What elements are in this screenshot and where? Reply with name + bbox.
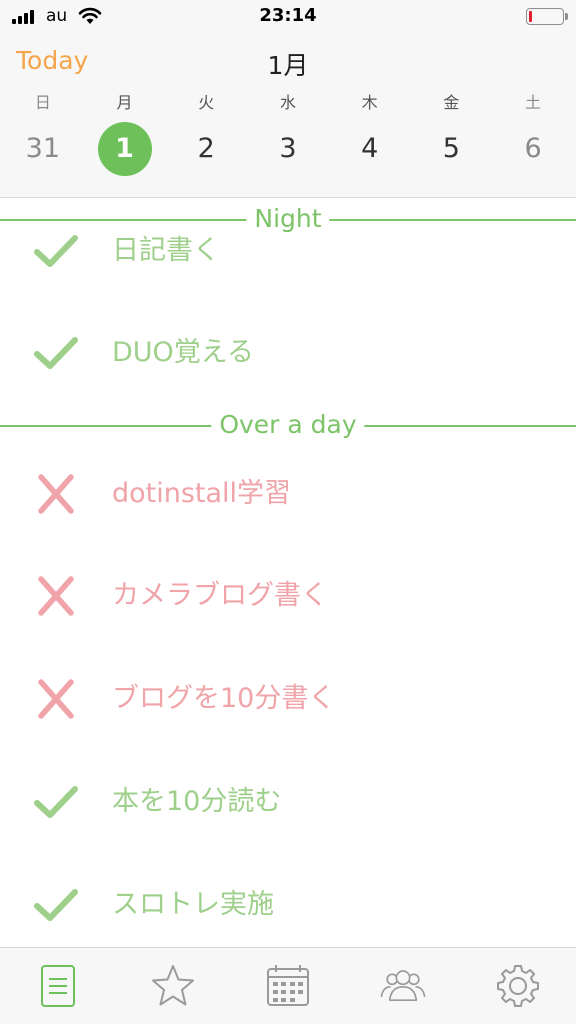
weekday-label: 金 xyxy=(443,93,460,112)
day-number: 4 xyxy=(361,133,379,164)
tab-calendar[interactable] xyxy=(248,956,328,1016)
task-row[interactable]: 日記書く xyxy=(0,221,576,281)
weekday-label: 火 xyxy=(198,93,215,112)
day-number: 3 xyxy=(279,133,297,164)
day-cell[interactable]: 金5 xyxy=(411,90,492,176)
task-row[interactable]: ブログを10分書く xyxy=(0,669,576,729)
calendar-icon xyxy=(266,965,309,1006)
tab-favorites[interactable] xyxy=(133,956,213,1016)
calendar-header: Today 1月 日 31 月 1 火 2 水 3 木 4 金 5 土 6 xyxy=(0,34,576,198)
task-label: dotinstall学習 xyxy=(112,478,292,509)
status-bar: au 23:14 xyxy=(0,0,576,34)
section-divider: Over a day xyxy=(0,409,576,441)
day-number: 1 xyxy=(97,122,152,176)
day-cell[interactable]: 火2 xyxy=(166,90,247,176)
day-number: 2 xyxy=(197,133,215,164)
weekday-label: 土 xyxy=(525,93,542,112)
day-cell[interactable]: 水3 xyxy=(247,90,328,176)
task-label: カメラブログ書く xyxy=(112,580,328,611)
task-label: ブログを10分書く xyxy=(112,683,336,714)
battery-icon xyxy=(526,8,568,25)
weekday-label: 月 xyxy=(116,93,133,112)
day-cell[interactable]: 月1 xyxy=(84,90,165,176)
weekday-label: 水 xyxy=(279,93,296,112)
gear-icon xyxy=(497,965,540,1007)
task-label: スロトレ実施 xyxy=(112,889,274,920)
tab-friends[interactable] xyxy=(363,956,443,1016)
group-icon xyxy=(380,970,426,1001)
list-icon xyxy=(40,965,75,1007)
cross-icon[interactable] xyxy=(34,576,78,616)
status-time: 23:14 xyxy=(259,5,317,26)
task-label: 本を10分読む xyxy=(112,786,282,817)
week-strip: 日 31 月 1 火 2 水 3 木 4 金 5 土 6 xyxy=(0,90,576,176)
task-row[interactable]: スロトレ実施 xyxy=(0,875,576,935)
task-label: 日記書く xyxy=(112,235,220,266)
weekday-label: 木 xyxy=(361,93,378,112)
month-title: 1月 xyxy=(267,51,309,80)
task-row[interactable]: 本を10分読む xyxy=(0,772,576,832)
task-row[interactable]: dotinstall学習 xyxy=(0,464,576,524)
day-number: 5 xyxy=(442,133,460,164)
section-title: Over a day xyxy=(211,409,365,441)
task-label: DUO覚える xyxy=(112,337,254,368)
day-number: 6 xyxy=(524,133,542,164)
checkmark-icon[interactable] xyxy=(34,231,78,271)
task-row[interactable]: カメラブログ書く xyxy=(0,566,576,626)
tab-settings[interactable] xyxy=(478,956,558,1016)
cross-icon[interactable] xyxy=(34,474,78,514)
tab-bar xyxy=(0,947,576,1024)
cross-icon[interactable] xyxy=(34,679,78,719)
day-cell[interactable]: 木4 xyxy=(329,90,410,176)
task-row[interactable]: DUO覚える xyxy=(0,323,576,383)
battery-level xyxy=(529,11,532,22)
day-cell[interactable]: 日 31 xyxy=(2,90,83,176)
weekday-label: 日 xyxy=(34,93,51,112)
checkmark-icon[interactable] xyxy=(34,333,78,373)
checkmark-icon[interactable] xyxy=(34,885,78,925)
day-number: 31 xyxy=(25,133,61,164)
tab-list[interactable] xyxy=(18,956,98,1016)
star-icon xyxy=(151,965,194,1006)
checkmark-icon[interactable] xyxy=(34,782,78,822)
day-cell[interactable]: 土6 xyxy=(493,90,574,176)
